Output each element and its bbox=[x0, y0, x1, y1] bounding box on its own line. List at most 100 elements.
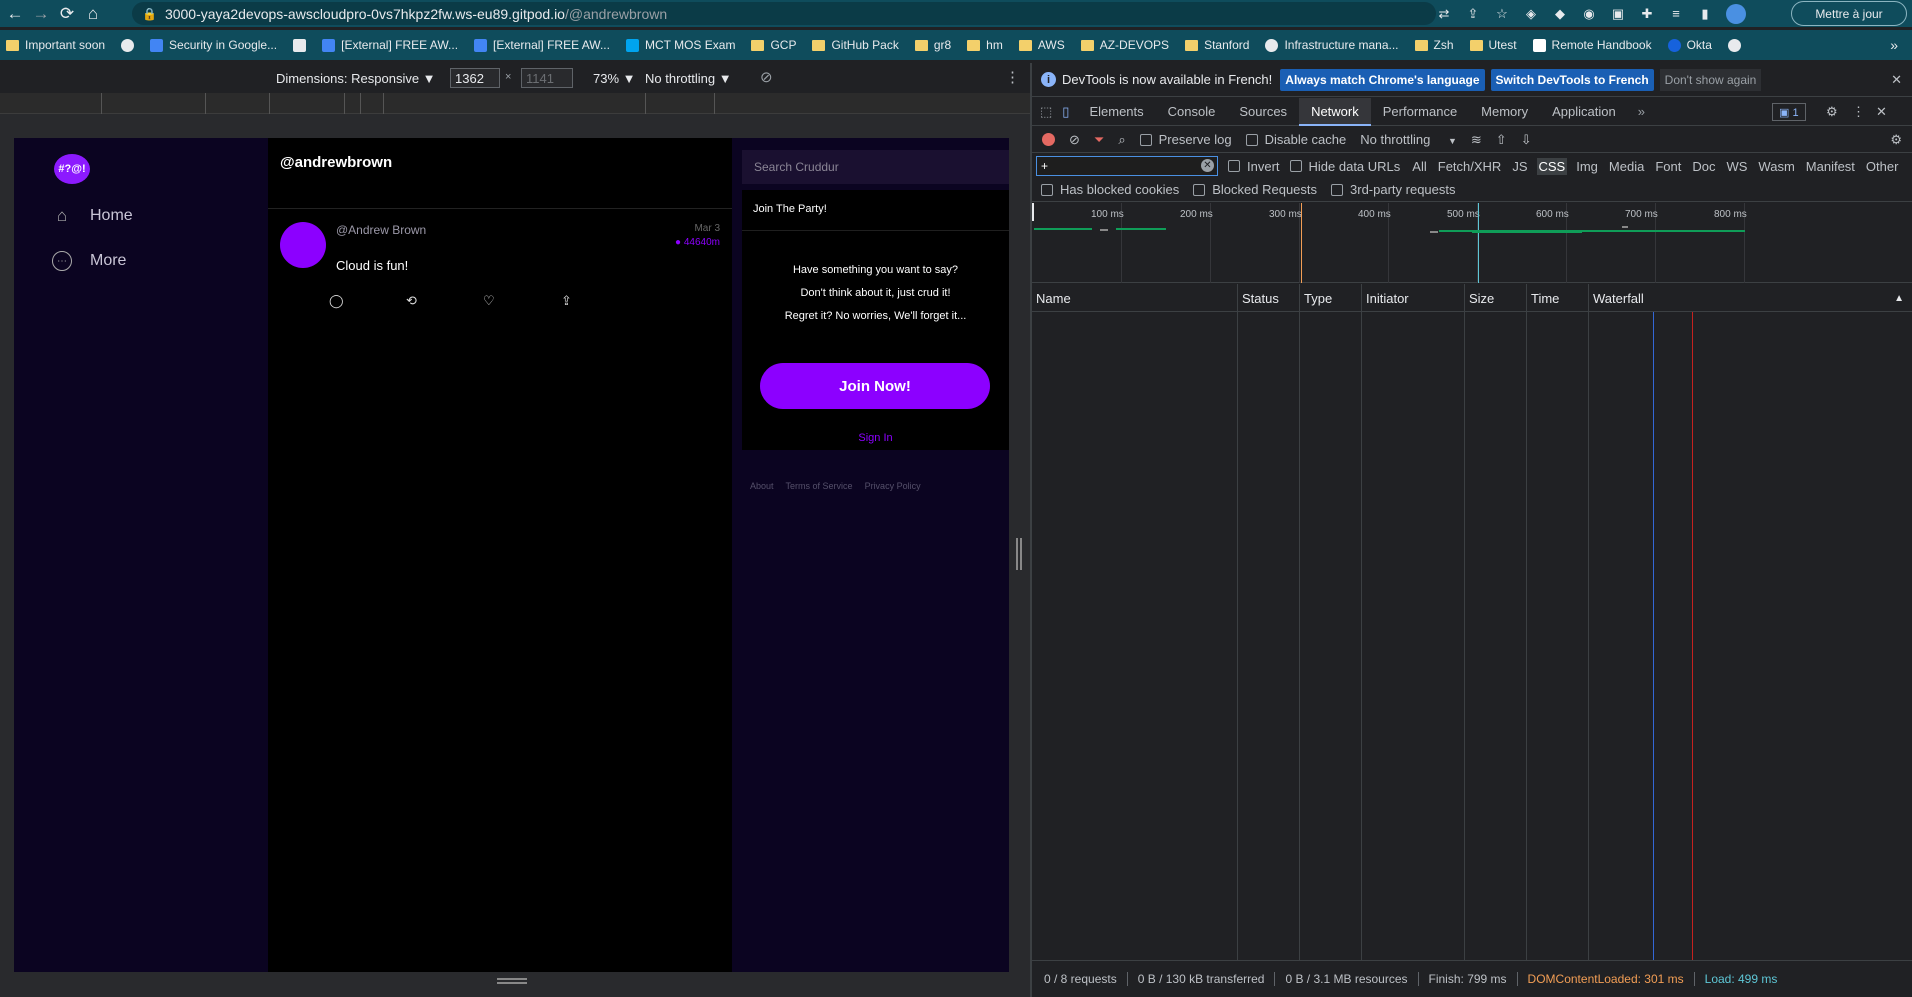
search-input[interactable]: Search Cruddur bbox=[742, 150, 1009, 184]
repost-icon[interactable]: ⟲ bbox=[406, 293, 417, 309]
rotate-icon[interactable]: ⊘ bbox=[760, 68, 773, 86]
filter-type-fetchxhr[interactable]: Fetch/XHR bbox=[1436, 158, 1504, 175]
preserve-log-checkbox[interactable]: Preserve log bbox=[1139, 132, 1232, 147]
column-time[interactable]: Time bbox=[1526, 284, 1588, 312]
filter-type-js[interactable]: JS bbox=[1510, 158, 1529, 175]
more-options-icon[interactable]: ⋮ bbox=[1005, 68, 1020, 86]
close-devtools-icon[interactable]: ✕ bbox=[1876, 104, 1887, 120]
filter-type-img[interactable]: Img bbox=[1574, 158, 1600, 175]
extension-icon[interactable]: ◆ bbox=[1552, 6, 1568, 22]
resize-handle-bottom[interactable] bbox=[497, 978, 527, 984]
reading-list-icon[interactable]: ≡ bbox=[1668, 6, 1684, 21]
bookmarks-more-icon[interactable]: » bbox=[1890, 37, 1898, 53]
column-type[interactable]: Type bbox=[1299, 284, 1361, 312]
column-status[interactable]: Status bbox=[1237, 284, 1299, 312]
filter-type-doc[interactable]: Doc bbox=[1690, 158, 1717, 175]
footer-link-about[interactable]: About bbox=[750, 481, 774, 491]
network-conditions-icon[interactable]: ≋ bbox=[1471, 132, 1482, 148]
bookmark-item[interactable]: Security in Google... bbox=[150, 38, 277, 52]
settings-gear-icon[interactable]: ⚙ bbox=[1826, 104, 1838, 120]
filter-type-wasm[interactable]: Wasm bbox=[1756, 158, 1796, 175]
filter-type-font[interactable]: Font bbox=[1653, 158, 1683, 175]
bookmark-item[interactable]: Zsh bbox=[1414, 38, 1454, 52]
height-input[interactable]: 1141 bbox=[521, 68, 573, 88]
bookmark-star-icon[interactable]: ☆ bbox=[1494, 6, 1510, 22]
clear-filter-icon[interactable]: ✕ bbox=[1201, 159, 1214, 172]
sidebar-icon[interactable]: ▮ bbox=[1697, 6, 1713, 22]
tab-elements[interactable]: Elements bbox=[1077, 98, 1155, 126]
share-icon[interactable]: ⇪ bbox=[561, 293, 572, 309]
network-settings-icon[interactable]: ⚙ bbox=[1890, 132, 1902, 148]
filter-type-media[interactable]: Media bbox=[1607, 158, 1646, 175]
bookmark-item[interactable]: [External] FREE AW... bbox=[474, 38, 610, 52]
throttle-select[interactable]: No throttling ▼ bbox=[645, 71, 732, 86]
search-icon[interactable]: ⌕ bbox=[1118, 132, 1125, 148]
more-tabs-icon[interactable]: » bbox=[1628, 104, 1655, 119]
extension-icon[interactable]: ◉ bbox=[1581, 6, 1597, 22]
export-har-icon[interactable]: ⇩ bbox=[1521, 132, 1532, 148]
bookmark-item[interactable]: GitHub Pack bbox=[812, 38, 899, 52]
dont-show-again-button[interactable]: Don't show again bbox=[1659, 68, 1762, 91]
match-language-button[interactable]: Always match Chrome's language bbox=[1280, 68, 1485, 91]
translate-icon[interactable]: ⇄ bbox=[1436, 6, 1452, 22]
bookmark-item[interactable] bbox=[293, 38, 307, 52]
bookmark-item[interactable]: hm bbox=[967, 38, 1003, 52]
forward-arrow-icon[interactable]: → bbox=[28, 1, 54, 27]
puzzle-icon[interactable]: ✚ bbox=[1639, 6, 1655, 22]
share-icon[interactable]: ⇪ bbox=[1465, 6, 1481, 22]
update-button[interactable]: Mettre à jour bbox=[1791, 1, 1907, 26]
extension-icon[interactable]: ◈ bbox=[1523, 6, 1539, 22]
zoom-select[interactable]: 73% ▼ bbox=[593, 71, 636, 86]
bookmark-item[interactable]: Okta bbox=[1667, 38, 1712, 52]
filter-input[interactable]: + ✕ bbox=[1036, 156, 1218, 176]
tab-performance[interactable]: Performance bbox=[1371, 98, 1469, 126]
bookmark-item[interactable]: gr8 bbox=[914, 38, 951, 52]
bookmark-item[interactable]: MCT MOS Exam bbox=[625, 38, 735, 52]
more-vert-icon[interactable]: ⋮ bbox=[1852, 104, 1865, 120]
filter-type-css[interactable]: CSS bbox=[1536, 157, 1568, 175]
disable-cache-checkbox[interactable]: Disable cache bbox=[1245, 132, 1346, 147]
filter-type-other[interactable]: Other bbox=[1864, 158, 1901, 175]
sign-in-link[interactable]: Sign In bbox=[742, 432, 1009, 444]
column-name[interactable]: Name bbox=[1032, 284, 1237, 312]
bookmark-item[interactable]: Infrastructure mana... bbox=[1265, 38, 1399, 52]
reload-icon[interactable]: ⟳ bbox=[54, 1, 80, 27]
width-input[interactable]: 1362 bbox=[450, 68, 500, 88]
join-now-button[interactable]: Join Now! bbox=[760, 363, 990, 409]
hide-data-urls-checkbox[interactable]: Hide data URLs bbox=[1289, 159, 1400, 174]
third-party-checkbox[interactable]: 3rd-party requests bbox=[1331, 182, 1456, 197]
bookmark-item[interactable]: Utest bbox=[1469, 38, 1517, 52]
nav-item-home[interactable]: ⌂ Home bbox=[52, 206, 133, 226]
dimensions-select[interactable]: Dimensions: Responsive ▼ bbox=[276, 71, 436, 86]
address-bar[interactable]: 🔒 3000-yaya2devops-awscloudpro-0vs7hkpz2… bbox=[132, 2, 1436, 25]
network-overview-timeline[interactable]: 100 ms 200 ms 300 ms 400 ms 500 ms 600 ms 700 … bbox=[1032, 203, 1912, 283]
column-initiator[interactable]: Initiator bbox=[1361, 284, 1464, 312]
bookmark-item[interactable]: Stanford bbox=[1185, 38, 1249, 52]
column-size[interactable]: Size bbox=[1464, 284, 1526, 312]
device-toggle-icon[interactable]: ▯ bbox=[1060, 104, 1077, 120]
tab-sources[interactable]: Sources bbox=[1227, 98, 1299, 126]
bookmark-item[interactable]: [External] FREE AW... bbox=[322, 38, 458, 52]
back-arrow-icon[interactable]: ← bbox=[2, 1, 28, 27]
inspect-icon[interactable]: ⬚ bbox=[1032, 104, 1060, 120]
filter-type-manifest[interactable]: Manifest bbox=[1804, 158, 1857, 175]
cruddur-logo[interactable]: #?@! bbox=[54, 154, 90, 184]
home-icon[interactable]: ⌂ bbox=[80, 1, 106, 27]
clear-icon[interactable]: ⊘ bbox=[1069, 132, 1080, 148]
tab-console[interactable]: Console bbox=[1156, 98, 1228, 126]
extension-icon[interactable]: ▣ bbox=[1610, 6, 1626, 22]
blocked-cookies-checkbox[interactable]: Has blocked cookies bbox=[1041, 182, 1179, 197]
record-icon[interactable] bbox=[1042, 133, 1055, 146]
resize-handle-right[interactable] bbox=[1016, 538, 1022, 570]
blocked-requests-checkbox[interactable]: Blocked Requests bbox=[1193, 182, 1317, 197]
footer-link-privacy[interactable]: Privacy Policy bbox=[865, 481, 921, 491]
bookmark-item[interactable]: Remote Handbook bbox=[1532, 38, 1652, 52]
switch-french-button[interactable]: Switch DevTools to French bbox=[1490, 68, 1654, 91]
tab-network[interactable]: Network bbox=[1299, 97, 1371, 126]
invert-checkbox[interactable]: Invert bbox=[1228, 159, 1280, 174]
filter-type-ws[interactable]: WS bbox=[1724, 158, 1749, 175]
footer-link-terms[interactable]: Terms of Service bbox=[786, 481, 853, 491]
filter-icon[interactable]: ⏷ bbox=[1094, 132, 1104, 148]
close-icon[interactable]: ✕ bbox=[1891, 72, 1902, 88]
issues-badge[interactable]: ▣ 1 bbox=[1772, 103, 1806, 121]
